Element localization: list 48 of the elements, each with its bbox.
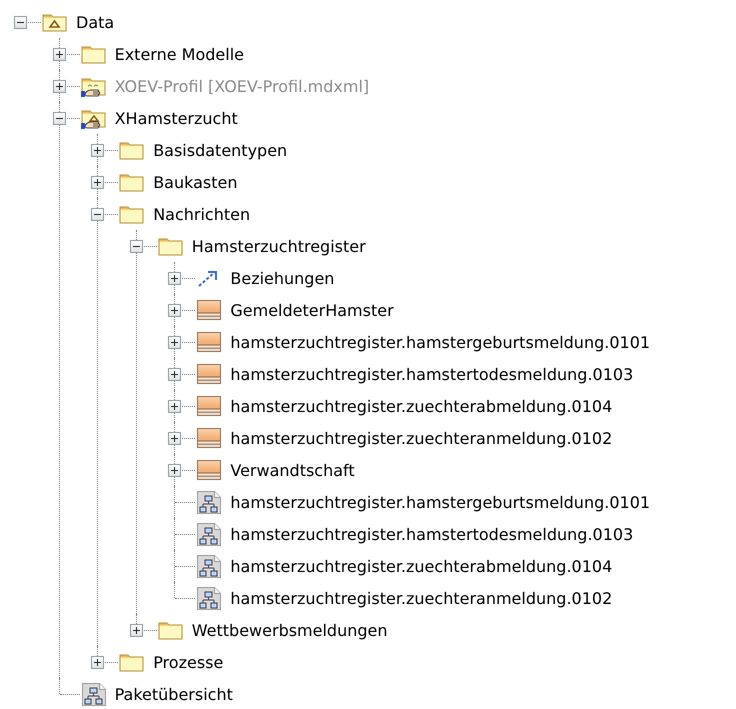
collapse-toggle[interactable] — [14, 16, 27, 28]
class-icon — [195, 362, 224, 386]
collapse-toggle[interactable] — [52, 112, 66, 124]
node-label[interactable]: hamsterzuchtregister.hamstertodesmeldung.0103 — [230, 364, 634, 384]
node-label[interactable]: Basisdatentypen — [153, 140, 288, 160]
expand-toggle[interactable] — [91, 656, 104, 668]
expand-toggle[interactable] — [168, 464, 182, 476]
class-icon — [195, 458, 224, 482]
expand-toggle[interactable] — [130, 624, 143, 636]
node-label[interactable]: hamsterzuchtregister.zuechteranmeldung.0102 — [230, 428, 612, 448]
expand-toggle[interactable] — [168, 336, 182, 348]
class-icon — [195, 330, 224, 354]
node-label[interactable]: Data — [76, 12, 114, 32]
diagram-icon — [80, 682, 108, 706]
node-label[interactable]: hamsterzuchtregister.hamstertodesmeldung.0103 — [230, 524, 634, 544]
collapse-toggle[interactable] — [91, 208, 104, 220]
node-label[interactable]: hamsterzuchtregister.zuechterabmeldung.0104 — [230, 556, 612, 576]
diagram-icon — [195, 554, 224, 578]
expand-toggle[interactable] — [168, 304, 182, 316]
node-label[interactable]: Wettbewerbsmeldungen — [192, 620, 388, 640]
expand-toggle[interactable] — [168, 400, 182, 412]
node-label[interactable]: Prozesse — [153, 652, 224, 672]
collapse-toggle[interactable] — [130, 240, 143, 252]
node-label[interactable]: Verwandtschaft — [230, 460, 355, 480]
expand-toggle[interactable] — [91, 144, 104, 156]
node-label[interactable]: Baukasten — [153, 172, 238, 192]
node-label[interactable]: Hamsterzuchtregister — [192, 236, 366, 256]
node-label[interactable]: Nachrichten — [153, 204, 250, 224]
expand-toggle[interactable] — [91, 176, 104, 188]
node-label[interactable]: hamsterzuchtregister.hamstergeburtsmeldung.0101 — [230, 492, 650, 512]
diagram-icon — [195, 490, 224, 514]
node-label[interactable]: Externe Modelle — [114, 44, 244, 64]
node-label[interactable]: GemeldeterHamster — [230, 300, 394, 320]
class-icon — [195, 426, 224, 450]
expand-toggle[interactable] — [168, 432, 182, 444]
diagram-icon — [195, 586, 224, 610]
class-icon — [195, 394, 224, 418]
node-label[interactable]: Beziehungen — [230, 268, 334, 288]
expand-toggle[interactable] — [168, 368, 182, 380]
node-label[interactable]: hamsterzuchtregister.hamstergeburtsmeldung.0101 — [230, 332, 650, 352]
expand-toggle[interactable] — [168, 272, 182, 284]
expand-toggle[interactable] — [52, 48, 66, 60]
node-label[interactable]: XHamsterzucht — [114, 108, 238, 128]
node-label[interactable]: hamsterzuchtregister.zuechteranmeldung.0102 — [230, 588, 612, 608]
node-label[interactable]: Paketübersicht — [114, 684, 233, 704]
class-icon — [195, 298, 224, 322]
diagram-icon — [195, 522, 224, 546]
node-label[interactable]: hamsterzuchtregister.zuechterabmeldung.0104 — [230, 396, 612, 416]
